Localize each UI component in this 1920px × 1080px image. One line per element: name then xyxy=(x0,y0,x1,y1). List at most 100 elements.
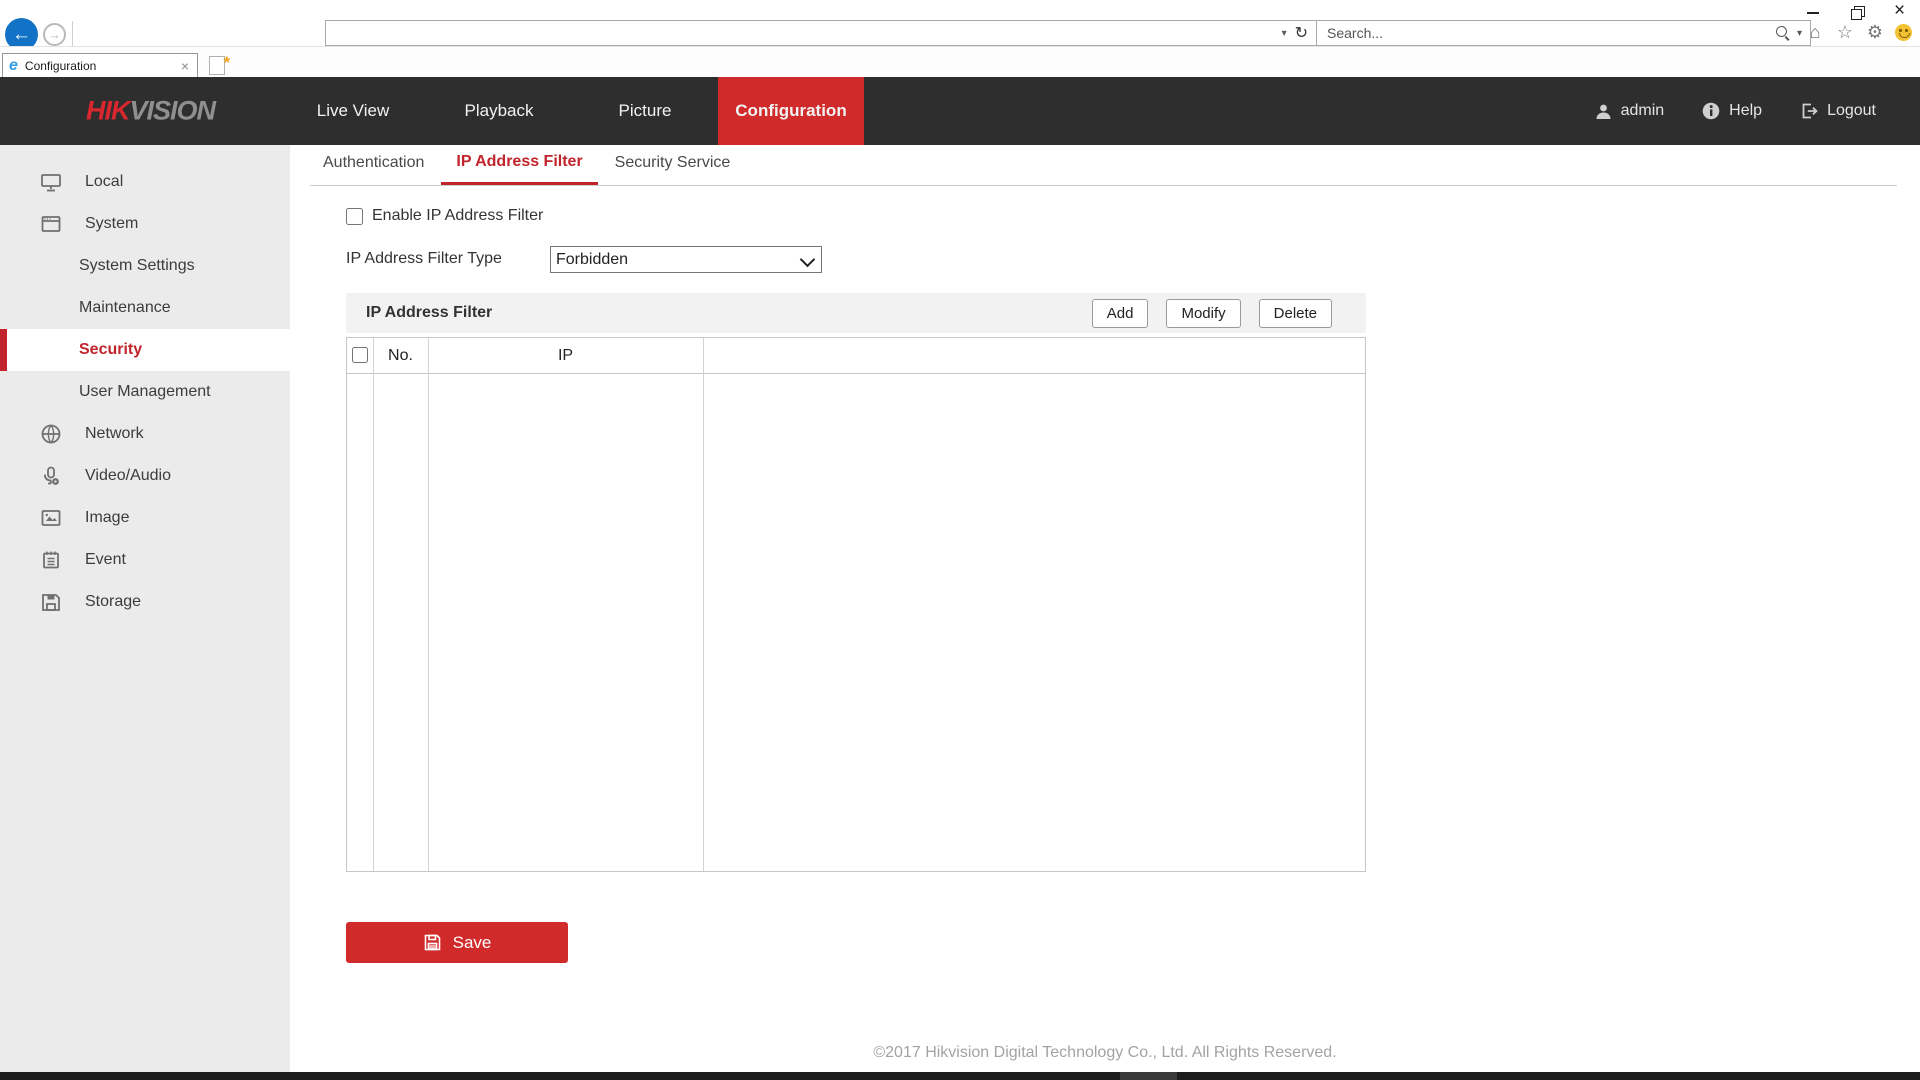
sidebar-item-label: Storage xyxy=(85,593,141,611)
column-divider xyxy=(373,338,374,871)
browser-tab-configuration[interactable]: e Configuration xyxy=(2,53,198,78)
minimize-icon[interactable] xyxy=(1804,5,1822,19)
filter-type-select[interactable]: Forbidden xyxy=(550,246,822,273)
sidebar-item-system[interactable]: System xyxy=(0,203,290,245)
sidebar-item-label: System xyxy=(85,215,138,233)
ie-icon: e xyxy=(9,57,18,75)
browser-tab-title: Configuration xyxy=(25,59,179,73)
feedback-smiley-icon[interactable] xyxy=(1895,24,1912,41)
address-input[interactable] xyxy=(326,21,1276,45)
header-right: admin Help Logout xyxy=(1595,77,1876,145)
ip-filter-panel: IP Address Filter Add Modify Delete No. … xyxy=(346,293,1366,872)
enable-ip-filter-label: Enable IP Address Filter xyxy=(372,207,543,225)
system-icon xyxy=(40,213,62,235)
nav-live-view[interactable]: Live View xyxy=(280,77,426,145)
sidebar-item-storage[interactable]: Storage xyxy=(0,581,290,623)
image-icon xyxy=(40,507,62,529)
sidebar-item-image[interactable]: Image xyxy=(0,497,290,539)
sidebar-item-local[interactable]: Local xyxy=(0,161,290,203)
new-tab-button[interactable] xyxy=(206,55,230,75)
main-content: Authentication IP Address Filter Securit… xyxy=(290,145,1920,1072)
panel-buttons: Add Modify Delete xyxy=(1092,299,1332,328)
table-header-row: No. IP xyxy=(347,338,1365,374)
sidebar: Local System System Settings Maintenance… xyxy=(0,145,290,1072)
sidebar-item-label: Local xyxy=(85,173,123,191)
search-icon[interactable] xyxy=(1775,25,1791,41)
filter-type-select-wrap: Forbidden xyxy=(550,246,822,273)
nav-picture[interactable]: Picture xyxy=(572,77,718,145)
tab-authentication[interactable]: Authentication xyxy=(323,154,424,185)
window-controls xyxy=(1804,4,1910,20)
sidebar-item-network[interactable]: Network xyxy=(0,413,290,455)
tab-security-service[interactable]: Security Service xyxy=(615,154,731,185)
taskbar-edge xyxy=(0,1072,1920,1080)
search-box xyxy=(1317,20,1811,46)
sidebar-item-label: Maintenance xyxy=(79,299,171,317)
tab-ip-address-filter[interactable]: IP Address Filter xyxy=(441,153,597,185)
address-dropdown-icon[interactable] xyxy=(1276,28,1293,39)
browser-chrome: e Configuration xyxy=(0,0,1920,77)
address-bar xyxy=(325,20,1317,46)
search-input[interactable] xyxy=(1317,21,1775,45)
user-name: admin xyxy=(1621,102,1665,120)
home-icon[interactable] xyxy=(1805,22,1825,43)
enable-ip-filter-row: Enable IP Address Filter xyxy=(346,207,543,225)
favorites-icon[interactable] xyxy=(1835,22,1855,43)
help-button[interactable]: Help xyxy=(1702,102,1762,120)
filter-type-label: IP Address Filter Type xyxy=(346,250,550,268)
sidebar-item-maintenance[interactable]: Maintenance xyxy=(0,287,290,329)
sidebar-item-label: Video/Audio xyxy=(85,467,171,485)
logout-button[interactable]: Logout xyxy=(1800,102,1876,120)
sidebar-item-label: Event xyxy=(85,551,126,569)
tab-strip: e Configuration xyxy=(0,46,1920,77)
panel-title: IP Address Filter xyxy=(366,304,492,322)
logo-hik: HIK xyxy=(86,96,130,126)
restore-icon[interactable] xyxy=(1848,5,1866,19)
sidebar-item-user-management[interactable]: User Management xyxy=(0,371,290,413)
taskbar-item xyxy=(1120,1072,1177,1080)
user-icon xyxy=(1595,103,1612,120)
copyright-footer: ©2017 Hikvision Digital Technology Co., … xyxy=(290,1044,1920,1062)
content-tabs: Authentication IP Address Filter Securit… xyxy=(310,145,1897,186)
logout-icon xyxy=(1800,102,1818,120)
current-user: admin xyxy=(1595,102,1665,120)
tab-close-icon[interactable] xyxy=(179,58,191,74)
column-header-no: No. xyxy=(373,338,428,374)
site-header: HIKVISION Live View Playback Picture Con… xyxy=(0,77,1920,145)
microphone-icon xyxy=(40,465,62,487)
storage-icon xyxy=(40,591,62,613)
save-button[interactable]: Save xyxy=(346,922,568,963)
sidebar-item-label: Image xyxy=(85,509,129,527)
modify-button[interactable]: Modify xyxy=(1166,299,1240,328)
filter-type-row: IP Address Filter Type Forbidden xyxy=(346,245,822,273)
browser-toolbar xyxy=(1805,22,1912,43)
globe-icon xyxy=(40,423,62,445)
nav-playback[interactable]: Playback xyxy=(426,77,572,145)
event-icon xyxy=(40,549,62,571)
sidebar-item-system-settings[interactable]: System Settings xyxy=(0,245,290,287)
sidebar-item-security[interactable]: Security xyxy=(0,329,290,371)
sidebar-item-label: Network xyxy=(85,425,144,443)
nav-configuration[interactable]: Configuration xyxy=(718,77,864,145)
hikvision-logo: HIKVISION xyxy=(86,96,215,127)
browser-forward-button[interactable] xyxy=(43,23,66,46)
save-label: Save xyxy=(453,933,492,953)
save-icon xyxy=(423,933,442,952)
settings-icon[interactable] xyxy=(1865,22,1885,43)
divider xyxy=(72,21,73,47)
sidebar-item-event[interactable]: Event xyxy=(0,539,290,581)
info-icon xyxy=(1702,102,1720,120)
column-header-ip: IP xyxy=(428,338,703,374)
help-label: Help xyxy=(1729,102,1762,120)
sidebar-item-label: System Settings xyxy=(79,257,195,275)
delete-button[interactable]: Delete xyxy=(1259,299,1332,328)
select-all-checkbox[interactable] xyxy=(352,347,368,363)
add-button[interactable]: Add xyxy=(1092,299,1149,328)
refresh-icon[interactable] xyxy=(1293,23,1316,43)
enable-ip-filter-checkbox[interactable] xyxy=(346,208,363,225)
sidebar-item-video-audio[interactable]: Video/Audio xyxy=(0,455,290,497)
close-icon[interactable] xyxy=(1892,5,1910,19)
column-divider xyxy=(428,338,429,871)
sidebar-item-label: Security xyxy=(79,341,142,359)
column-divider xyxy=(703,338,704,871)
